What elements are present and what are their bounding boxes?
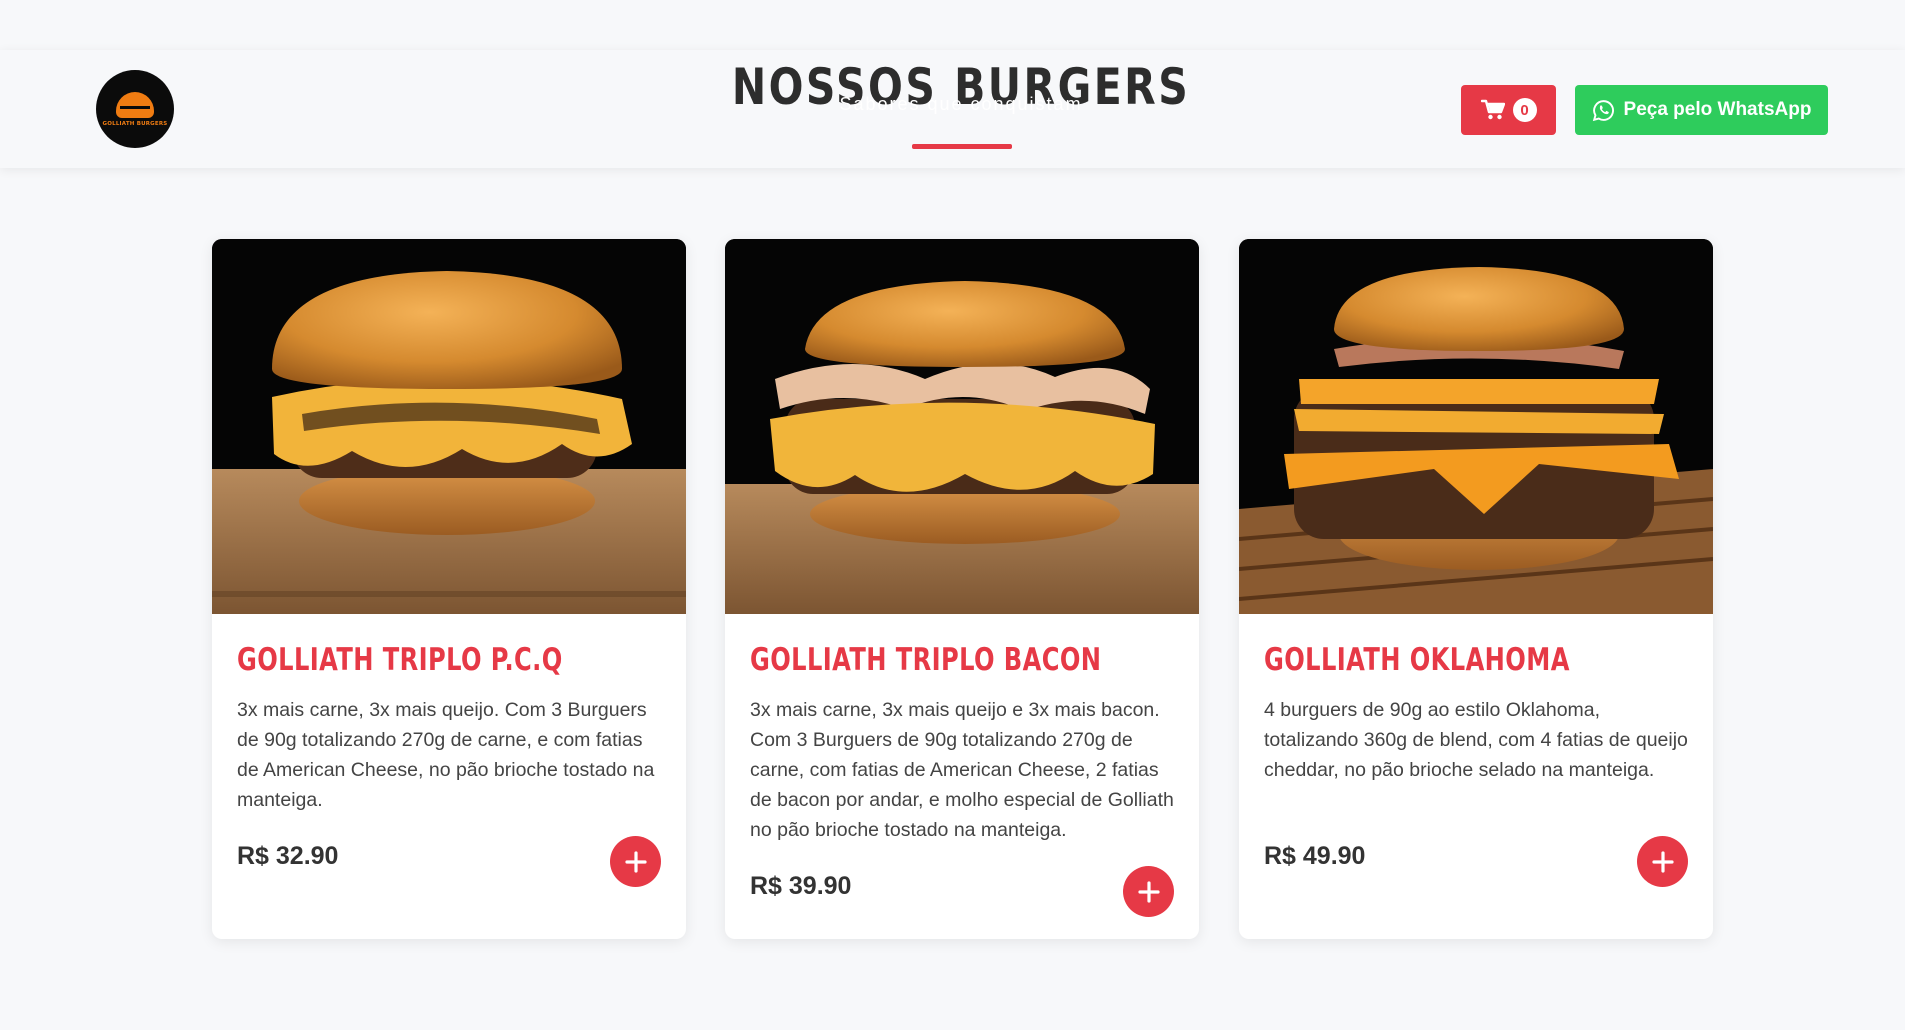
product-description: 3x mais carne, 3x mais queijo e 3x mais … bbox=[750, 699, 1174, 841]
product-name: GOLLIATH OKLAHOMA bbox=[1264, 642, 1570, 678]
site-header: GOLLIATH BURGERS NOSSOS BURGERS Sabores … bbox=[0, 50, 1905, 168]
product-card: GOLLIATH TRIPLO BACON 3x mais carne, 3x … bbox=[725, 239, 1199, 939]
product-price: R$ 49.90 bbox=[1264, 842, 1366, 870]
add-to-cart-button[interactable] bbox=[610, 836, 661, 887]
product-name: GOLLIATH TRIPLO P.C.Q bbox=[237, 642, 563, 678]
product-card: GOLLIATH TRIPLO P.C.Q 3x mais carne, 3x … bbox=[212, 239, 686, 939]
product-name: GOLLIATH TRIPLO BACON bbox=[750, 642, 1102, 678]
plus-icon bbox=[1651, 850, 1674, 873]
product-price: R$ 39.90 bbox=[750, 872, 852, 900]
burger-image[interactable] bbox=[725, 239, 1199, 614]
add-to-cart-button[interactable] bbox=[1123, 866, 1174, 917]
product-price: R$ 32.90 bbox=[237, 842, 339, 870]
logo-text: GOLLIATH BURGERS bbox=[102, 120, 168, 127]
cart-button[interactable]: 0 bbox=[1461, 85, 1556, 135]
cart-count-badge: 0 bbox=[1512, 98, 1537, 122]
add-to-cart-button[interactable] bbox=[1637, 836, 1688, 887]
product-description: 4 burguers de 90g ao estilo Oklahoma, to… bbox=[1264, 699, 1688, 781]
title-underline bbox=[912, 144, 1012, 149]
plus-icon bbox=[624, 850, 647, 873]
whatsapp-icon bbox=[1592, 99, 1614, 121]
shopping-cart-icon bbox=[1480, 99, 1505, 120]
product-description: 3x mais carne, 3x mais queijo. Com 3 Bur… bbox=[237, 699, 655, 811]
plus-icon bbox=[1137, 880, 1160, 903]
product-card: GOLLIATH OKLAHOMA 4 burguers de 90g ao e… bbox=[1239, 239, 1713, 939]
whatsapp-button-label: Peça pelo WhatsApp bbox=[1623, 99, 1812, 120]
burger-image[interactable] bbox=[1239, 239, 1713, 614]
whatsapp-order-button[interactable]: Peça pelo WhatsApp bbox=[1575, 85, 1828, 135]
burger-image[interactable] bbox=[212, 239, 686, 614]
